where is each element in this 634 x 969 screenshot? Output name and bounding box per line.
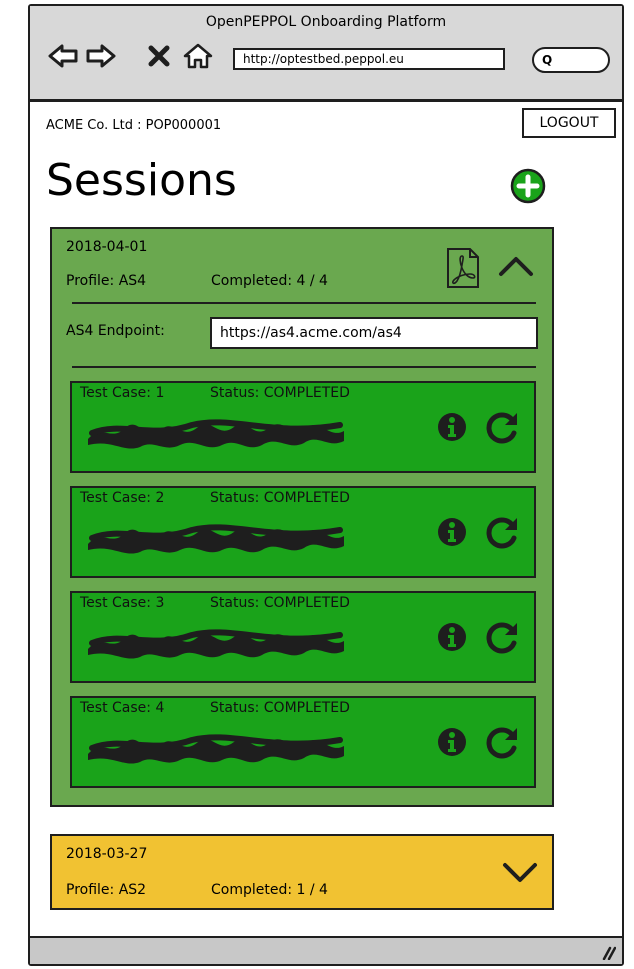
status-bar xyxy=(30,936,622,964)
info-icon[interactable] xyxy=(436,726,468,758)
arrow-right-icon[interactable] xyxy=(86,43,116,69)
page-title: Sessions xyxy=(46,155,237,206)
info-icon[interactable] xyxy=(436,411,468,443)
refresh-icon[interactable] xyxy=(484,619,520,655)
chevron-down-icon[interactable] xyxy=(502,862,538,884)
redacted-scribble xyxy=(88,734,344,764)
test-case-name: Test Case: 1 xyxy=(80,385,165,401)
endpoint-label: AS4 Endpoint: xyxy=(66,323,165,339)
refresh-icon[interactable] xyxy=(484,409,520,445)
session-date: 2018-04-01 xyxy=(66,239,148,255)
test-case-row: Test Case: 2 Status: COMPLETED xyxy=(70,486,536,578)
arrow-left-icon[interactable] xyxy=(48,43,78,69)
session-completed: Completed: 1 / 4 xyxy=(211,882,328,898)
session-card-expanded: 2018-04-01 Profile: AS4 Completed: 4 / 4… xyxy=(50,227,554,807)
endpoint-field[interactable]: https://as4.acme.com/as4 xyxy=(210,317,538,349)
add-session-button[interactable] xyxy=(510,168,546,204)
session-card-collapsed[interactable]: 2018-03-27 Profile: AS2 Completed: 1 / 4 xyxy=(50,834,554,910)
test-case-row: Test Case: 1 Status: COMPLETED xyxy=(70,381,536,473)
test-case-row: Test Case: 4 Status: COMPLETED xyxy=(70,696,536,788)
session-profile: Profile: AS4 xyxy=(66,273,147,289)
refresh-icon[interactable] xyxy=(484,514,520,550)
info-icon[interactable] xyxy=(436,516,468,548)
test-case-status: Status: COMPLETED xyxy=(210,385,350,401)
divider xyxy=(72,302,536,304)
test-case-status: Status: COMPLETED xyxy=(210,700,350,716)
pdf-icon[interactable] xyxy=(446,247,480,289)
plus-circle-icon xyxy=(510,168,546,204)
refresh-icon[interactable] xyxy=(484,724,520,760)
test-case-row: Test Case: 3 Status: COMPLETED xyxy=(70,591,536,683)
redacted-scribble xyxy=(88,419,344,449)
logout-button[interactable]: LOGOUT xyxy=(522,108,616,138)
redacted-scribble xyxy=(88,524,344,554)
browser-window: OpenPEPPOL Onboarding Platform http://op… xyxy=(28,4,624,966)
session-date: 2018-03-27 xyxy=(66,846,148,862)
account-label: ACME Co. Ltd : POP000001 xyxy=(46,118,222,133)
info-icon[interactable] xyxy=(436,621,468,653)
divider xyxy=(72,366,536,368)
session-profile: Profile: AS2 xyxy=(66,882,147,898)
resize-handle[interactable] xyxy=(600,944,617,961)
test-case-status: Status: COMPLETED xyxy=(210,490,350,506)
chevron-up-icon[interactable] xyxy=(498,255,534,277)
home-icon[interactable] xyxy=(182,43,214,69)
window-title: OpenPEPPOL Onboarding Platform xyxy=(205,14,447,30)
redacted-scribble xyxy=(88,629,344,659)
search-input[interactable]: Q xyxy=(532,47,610,73)
search-icon: Q xyxy=(542,53,553,67)
test-case-name: Test Case: 3 xyxy=(80,595,165,611)
test-case-name: Test Case: 4 xyxy=(80,700,165,716)
test-case-status: Status: COMPLETED xyxy=(210,595,350,611)
close-icon[interactable] xyxy=(148,43,170,69)
session-completed: Completed: 4 / 4 xyxy=(211,273,328,289)
test-case-name: Test Case: 2 xyxy=(80,490,165,506)
url-input[interactable]: http://optestbed.peppol.eu xyxy=(233,48,505,70)
browser-toolbar: OpenPEPPOL Onboarding Platform http://op… xyxy=(30,6,622,102)
